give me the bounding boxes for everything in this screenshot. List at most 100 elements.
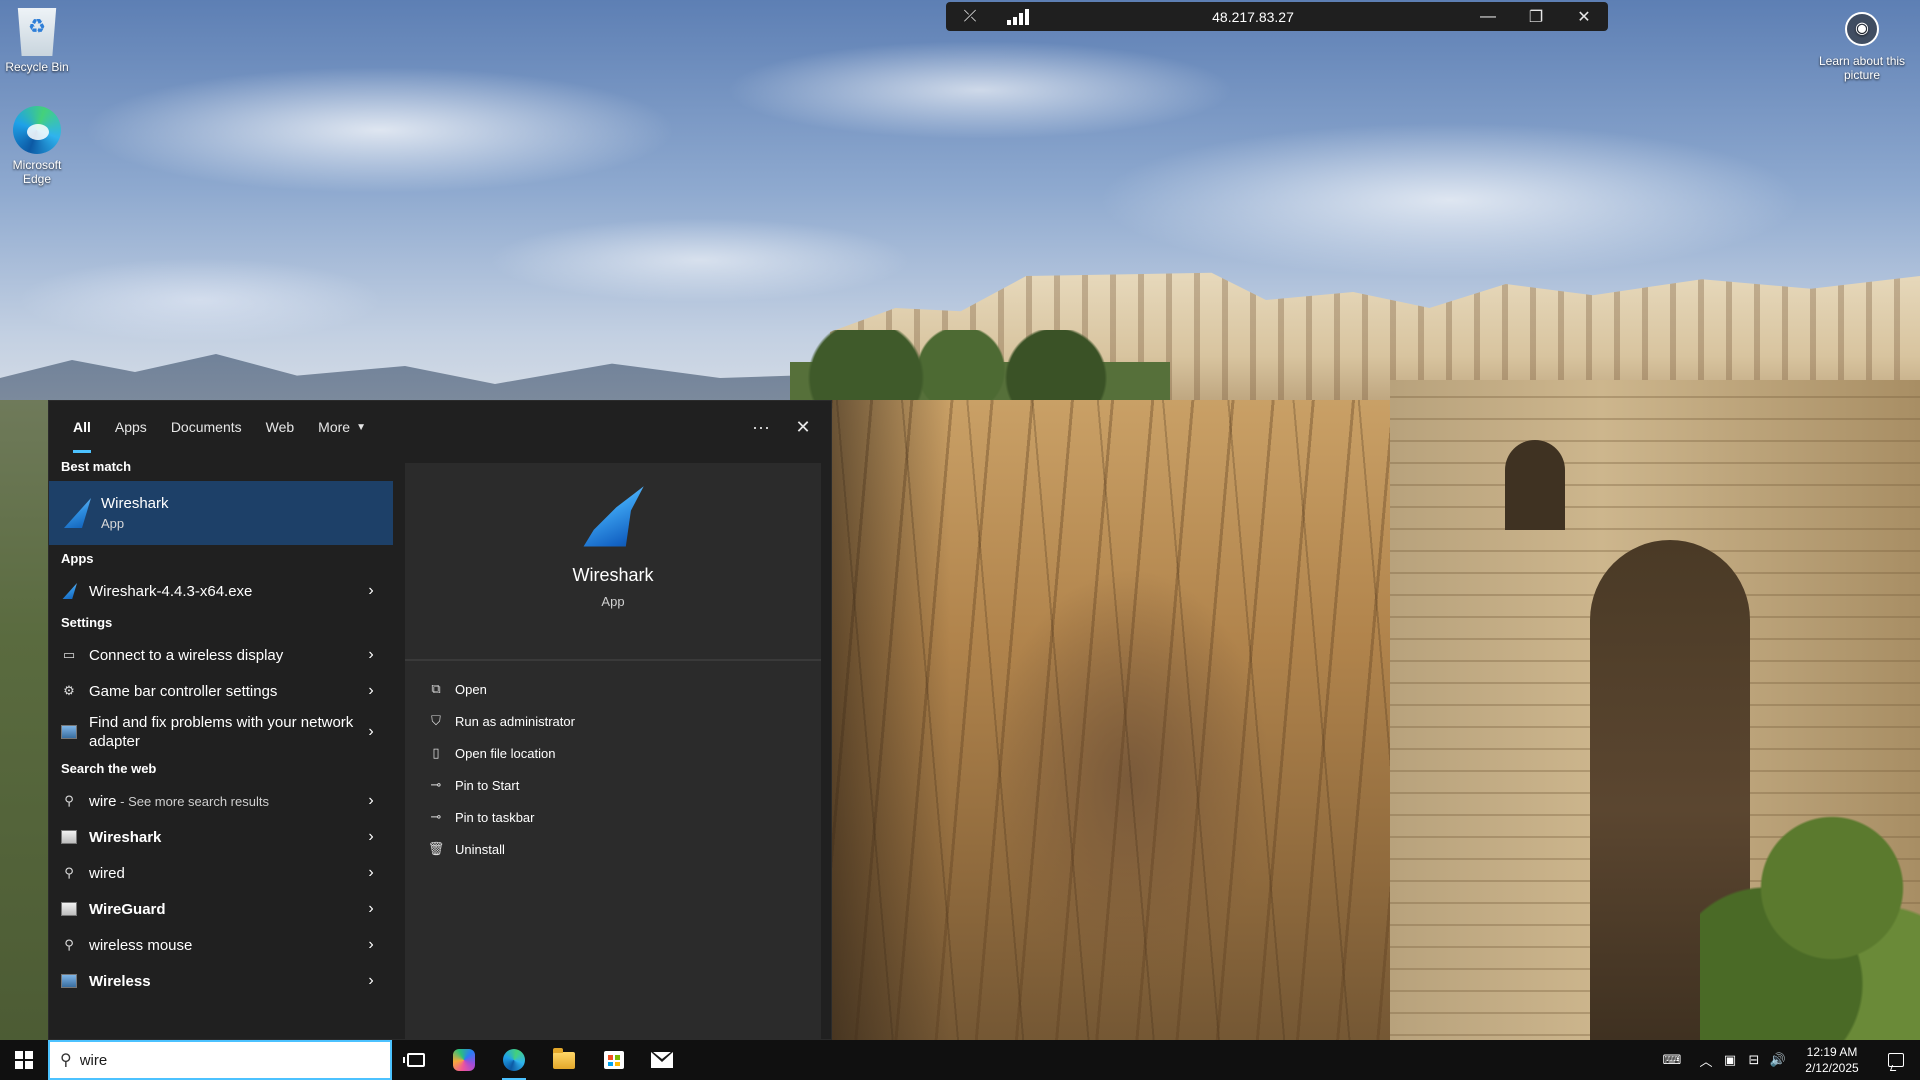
edge-icon bbox=[13, 106, 61, 154]
settings-result-game-bar[interactable]: ⚙ Game bar controller settings › bbox=[49, 673, 393, 709]
action-run-as-administrator[interactable]: ⛉ Run as administrator bbox=[405, 705, 821, 737]
copilot-icon bbox=[453, 1049, 475, 1071]
learn-about-picture[interactable]: ◉ Learn about this picture bbox=[1818, 12, 1906, 82]
chevron-right-icon[interactable]: › bbox=[361, 936, 381, 954]
tab-more[interactable]: More ▼ bbox=[306, 401, 378, 453]
chevron-right-icon[interactable]: › bbox=[361, 864, 381, 882]
action-pin-to-start[interactable]: ⊸ Pin to Start bbox=[405, 769, 821, 801]
preview-actions: ⧉ Open ⛉ Run as administrator ▯ Open fil… bbox=[405, 661, 821, 865]
keyboard-button[interactable]: ⌨ bbox=[1650, 1040, 1694, 1080]
tab-documents[interactable]: Documents bbox=[159, 401, 254, 453]
search-icon: ⚲ bbox=[60, 1052, 72, 1069]
file-explorer-button[interactable] bbox=[540, 1040, 588, 1080]
chevron-right-icon[interactable]: › bbox=[361, 723, 381, 741]
ellipsis-icon: ··· bbox=[752, 416, 770, 437]
tab-web[interactable]: Web bbox=[254, 401, 307, 453]
search-icon: ⚲ bbox=[64, 865, 74, 880]
web-result-wireshark[interactable]: Wireshark › bbox=[49, 819, 393, 855]
taskbar: ⚲ ⌨ ︿ ▣ ⊟ 🔊 12:19 AM 2/12/2025 bbox=[0, 1040, 1920, 1080]
tab-apps[interactable]: Apps bbox=[103, 401, 159, 453]
action-open-file-location[interactable]: ▯ Open file location bbox=[405, 737, 821, 769]
clock-time: 12:19 AM bbox=[1806, 1045, 1858, 1059]
chevron-right-icon[interactable]: › bbox=[361, 646, 381, 664]
meet-now-button[interactable]: ▣ bbox=[1718, 1040, 1742, 1080]
chevron-right-icon[interactable]: › bbox=[361, 828, 381, 846]
web-result-wireless-mouse[interactable]: ⚲ wireless mouse › bbox=[49, 927, 393, 963]
web-thumbnail-icon bbox=[61, 902, 77, 916]
mail-icon bbox=[651, 1052, 673, 1068]
rdp-minimize-button[interactable]: — bbox=[1464, 2, 1512, 31]
pin-off-icon: ⤫ bbox=[963, 7, 977, 25]
web-result-wired[interactable]: ⚲ wired › bbox=[49, 855, 393, 891]
chevron-up-icon: ︿ bbox=[1699, 1053, 1713, 1069]
desktop-icon-label: Recycle Bin bbox=[5, 60, 69, 74]
unpin-button[interactable]: ⤫ bbox=[946, 2, 994, 31]
task-view-button[interactable] bbox=[392, 1040, 440, 1080]
rdp-restore-button[interactable]: ❐ bbox=[1512, 2, 1560, 31]
desktop-icon-recycle-bin[interactable]: Recycle Bin bbox=[0, 8, 74, 74]
action-pin-to-taskbar[interactable]: ⊸ Pin to taskbar bbox=[405, 801, 821, 833]
result-label: wire bbox=[89, 792, 117, 810]
camera-icon: ▣ bbox=[1723, 1052, 1737, 1067]
edge-taskbar-button[interactable] bbox=[490, 1040, 538, 1080]
section-title-best-match: Best match bbox=[61, 459, 132, 474]
preview-header: Wireshark App bbox=[405, 485, 821, 661]
result-label: wired bbox=[89, 864, 125, 882]
chevron-right-icon[interactable]: › bbox=[361, 792, 381, 810]
close-icon: ✕ bbox=[1577, 8, 1591, 26]
speaker-icon: 🔊 bbox=[1769, 1052, 1787, 1067]
chevron-right-icon[interactable]: › bbox=[361, 900, 381, 918]
rdp-close-button[interactable]: ✕ bbox=[1560, 2, 1608, 31]
preview-app-type: App bbox=[601, 594, 625, 609]
copilot-button[interactable] bbox=[440, 1040, 488, 1080]
action-uninstall[interactable]: 🗑 Uninstall bbox=[405, 833, 821, 865]
show-hidden-icons-button[interactable]: ︿ bbox=[1694, 1040, 1718, 1080]
desktop-icon-label: Microsoft Edge bbox=[12, 158, 62, 186]
clock[interactable]: 12:19 AM 2/12/2025 bbox=[1796, 1044, 1868, 1076]
volume-button[interactable]: 🔊 bbox=[1766, 1040, 1790, 1080]
more-options-button[interactable]: ··· bbox=[745, 411, 777, 443]
action-open[interactable]: ⧉ Open bbox=[405, 673, 821, 705]
tab-label: Documents bbox=[170, 419, 242, 435]
best-match-wireshark[interactable]: Wireshark App bbox=[49, 481, 393, 545]
web-result-wireguard[interactable]: WireGuard › bbox=[49, 891, 393, 927]
connection-quality-button[interactable] bbox=[994, 2, 1042, 31]
tab-all[interactable]: All bbox=[61, 401, 103, 453]
desktop-icon-microsoft-edge[interactable]: Microsoft Edge bbox=[0, 106, 74, 186]
search-icon: ⚲ bbox=[64, 937, 74, 952]
taskbar-search-box[interactable]: ⚲ bbox=[48, 1040, 392, 1080]
chevron-right-icon[interactable]: › bbox=[361, 972, 381, 990]
search-results-list: Best match Wireshark App Apps Wireshark-… bbox=[49, 453, 393, 1041]
app-result-wireshark-installer[interactable]: Wireshark-4.4.3-x64.exe › bbox=[49, 573, 393, 609]
settings-result-wireless-display[interactable]: ▭ Connect to a wireless display › bbox=[49, 637, 393, 673]
result-label: Game bar controller settings bbox=[89, 682, 278, 700]
section-title-settings: Settings bbox=[61, 615, 113, 630]
start-button[interactable] bbox=[0, 1040, 48, 1080]
web-result-wire[interactable]: ⚲ wire - See more search results › bbox=[49, 783, 393, 819]
clock-date: 2/12/2025 bbox=[1805, 1061, 1859, 1075]
folder-icon bbox=[553, 1047, 575, 1069]
camera-info-icon: ◉ bbox=[1845, 12, 1879, 46]
notification-center-button[interactable] bbox=[1872, 1040, 1920, 1080]
chevron-right-icon[interactable]: › bbox=[361, 682, 381, 700]
search-panel-actions: ··· ✕ bbox=[745, 411, 819, 443]
action-label: Pin to Start bbox=[455, 777, 520, 793]
search-input[interactable] bbox=[79, 1051, 360, 1069]
store-button[interactable] bbox=[590, 1040, 638, 1080]
mail-button[interactable] bbox=[638, 1040, 686, 1080]
chevron-right-icon[interactable]: › bbox=[361, 582, 381, 600]
wireshark-icon bbox=[64, 498, 91, 528]
notification-icon bbox=[1888, 1053, 1904, 1067]
monitor-icon: ▭ bbox=[62, 647, 76, 662]
wireshark-icon bbox=[62, 583, 77, 599]
learn-about-picture-label: Learn about this picture bbox=[1818, 54, 1906, 82]
action-label: Run as administrator bbox=[455, 713, 575, 729]
search-panel: All Apps Documents Web More ▼ ··· ✕ Best … bbox=[48, 400, 832, 1041]
settings-result-network-troubleshoot[interactable]: Find and fix problems with your network … bbox=[49, 709, 393, 755]
close-search-button[interactable]: ✕ bbox=[787, 411, 819, 443]
web-result-wireless[interactable]: Wireless › bbox=[49, 963, 393, 999]
result-preview-pane: Wireshark App ⧉ Open ⛉ Run as administra… bbox=[405, 463, 821, 1041]
wallpaper-trees bbox=[790, 330, 1170, 410]
pin-icon: ⊸ bbox=[430, 777, 442, 792]
network-button[interactable]: ⊟ bbox=[1742, 1040, 1766, 1080]
